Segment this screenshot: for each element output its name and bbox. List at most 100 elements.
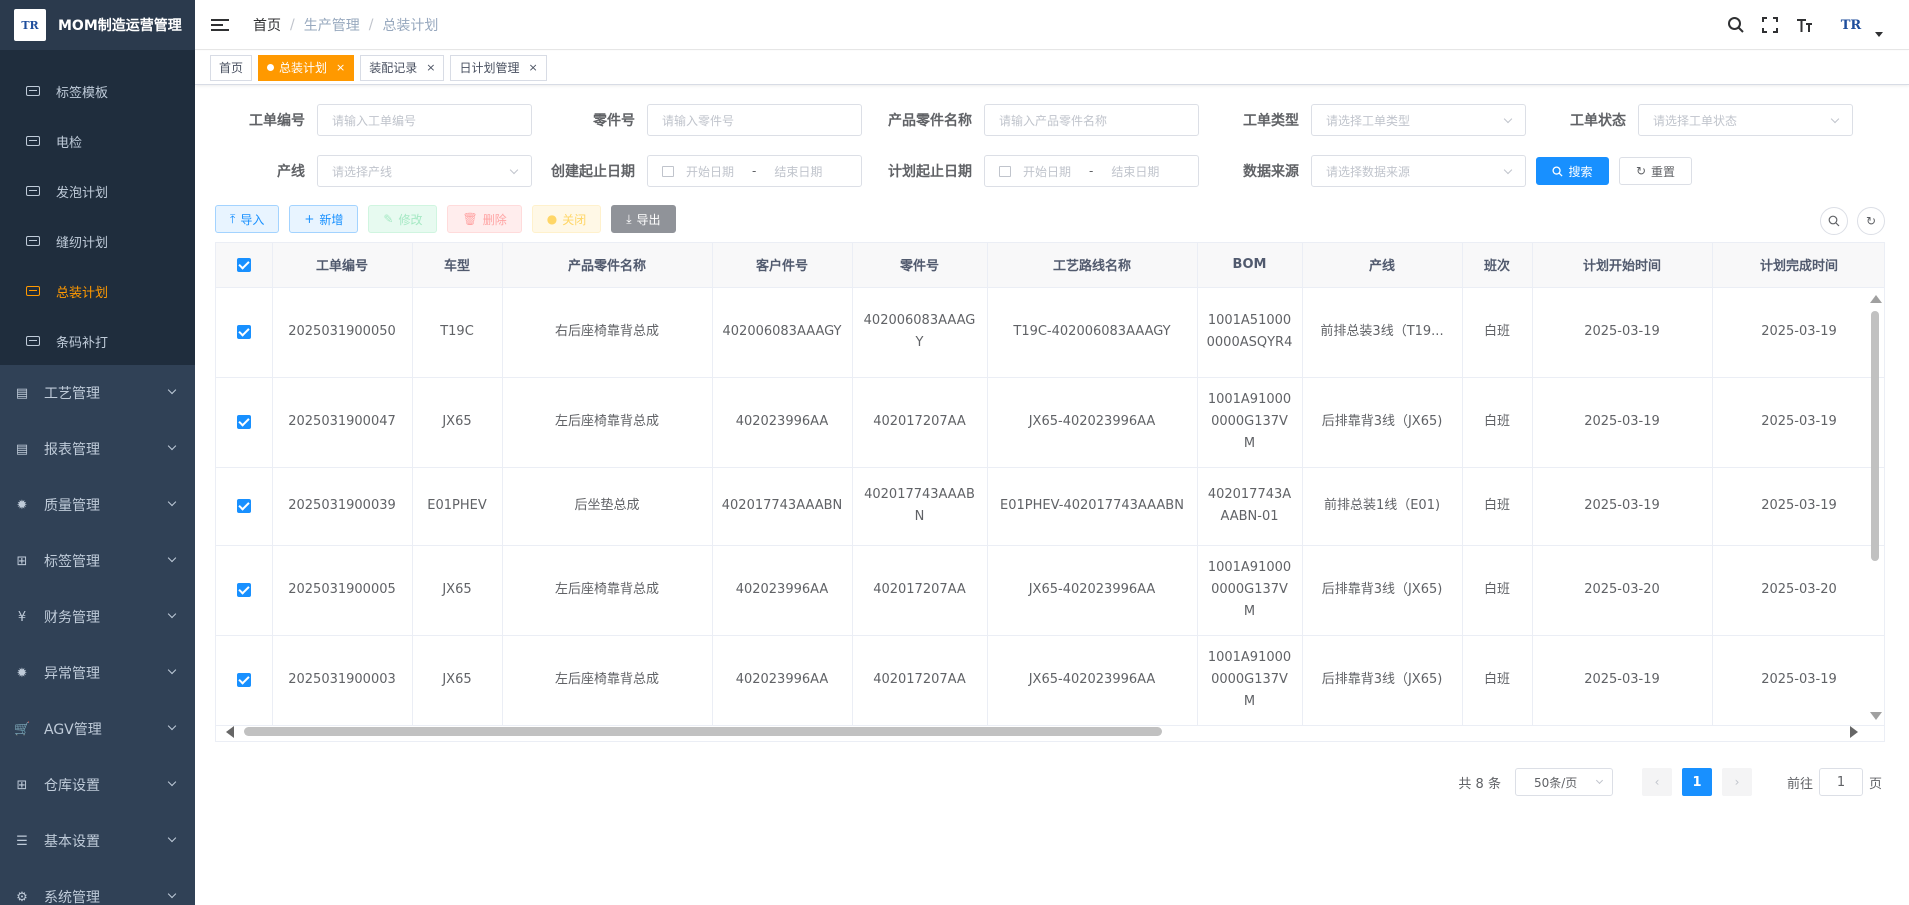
line-select[interactable]: 请选择产线	[317, 155, 532, 187]
table-row[interactable]: 2025031900003 JX65 左后座椅靠背总成 402023996AA 4020…	[216, 635, 1884, 726]
tab-3[interactable]: 日计划管理 ×	[450, 54, 547, 81]
table-cell: 白班	[1462, 287, 1533, 378]
chevron-down-icon	[167, 889, 177, 899]
table-row[interactable]: 2025031900047 JX65 左后座椅靠背总成 402023996AA 4020…	[216, 377, 1884, 468]
font-size-icon[interactable]	[1793, 14, 1815, 36]
table-cell: 白班	[1462, 635, 1533, 726]
total-count: 共 8 条	[1458, 776, 1501, 792]
fullscreen-icon[interactable]	[1759, 14, 1781, 36]
column-header: 车型	[412, 243, 503, 288]
avatar[interactable]: TR	[1831, 10, 1871, 40]
submenu-item-2[interactable]: 发泡计划	[0, 166, 195, 216]
sidebar-item-1[interactable]: ▤ 报表管理	[0, 421, 195, 477]
submenu-item-1[interactable]: 电检	[0, 116, 195, 166]
row-select-cell	[216, 377, 273, 468]
sidebar-item-4[interactable]: ¥ 财务管理	[0, 589, 195, 645]
table-cell: 白班	[1462, 467, 1533, 546]
row-checkbox[interactable]	[236, 414, 251, 429]
refresh-button[interactable]: ↻	[1857, 207, 1885, 235]
import-button[interactable]: ⤒ 导入	[215, 205, 280, 233]
reset-button[interactable]: ↻ 重置	[1619, 157, 1692, 185]
refresh-icon: ↻	[1865, 214, 1877, 228]
close-icon[interactable]: ×	[336, 61, 345, 74]
sidebar-item-5[interactable]: ✹ 异常管理	[0, 645, 195, 701]
table-cell: 右后座椅靠背总成	[502, 287, 713, 378]
column-header: 产品零件名称	[502, 243, 713, 288]
close-icon[interactable]: ×	[426, 61, 435, 74]
product-name-input[interactable]: 请输入产品零件名称	[984, 104, 1199, 136]
close-icon[interactable]: ×	[529, 61, 538, 74]
plan-date-range[interactable]: 开始日期 - 结束日期	[984, 155, 1199, 187]
tab-2[interactable]: 装配记录 ×	[360, 54, 445, 81]
tab-0[interactable]: 首页	[210, 54, 253, 81]
delete-button[interactable]: 🗑 删除	[447, 205, 522, 233]
order-type-label: 工单类型	[1243, 113, 1299, 129]
add-button[interactable]: + 新增	[289, 205, 359, 233]
scroll-left-icon[interactable]	[226, 726, 234, 738]
sidebar-item-8[interactable]: ☰ 基本设置	[0, 813, 195, 869]
sidebar-item-2[interactable]: ✹ 质量管理	[0, 477, 195, 533]
submenu-item-0[interactable]: 标签模板	[0, 66, 195, 116]
search-icon[interactable]	[1725, 14, 1747, 36]
source-select[interactable]: 请选择数据来源	[1311, 155, 1526, 187]
goto-page-input[interactable]: 1	[1818, 768, 1863, 796]
horizontal-scrollbar[interactable]	[222, 724, 1862, 738]
hamburger-icon[interactable]	[211, 16, 229, 34]
vertical-scrollbar[interactable]	[1870, 295, 1882, 720]
submenu-item-4[interactable]: 总装计划	[0, 266, 195, 316]
table-row[interactable]: 2025031900050 T19C 右后座椅靠背总成 402006083AAAGY 4…	[216, 287, 1884, 378]
search-toggle-button[interactable]	[1820, 207, 1848, 235]
sidebar-item-7[interactable]: ⊞ 仓库设置	[0, 757, 195, 813]
page-number-1[interactable]: 1	[1681, 768, 1712, 796]
table-body: 2025031900050 T19C 右后座椅靠背总成 402006083AAAGY 4…	[216, 287, 1884, 726]
nav-right: TR	[1713, 0, 1883, 50]
tags-view: 首页 总装计划 × 装配记录 × 日计划管理 ×	[195, 51, 1909, 85]
close-button[interactable]: ● 关闭	[531, 205, 602, 233]
scroll-thumb[interactable]	[1871, 311, 1879, 561]
table-row[interactable]: 2025031900039 E01PHEV 后坐垫总成 402017743AAABN 4…	[216, 467, 1884, 546]
table-cell: 后坐垫总成	[502, 467, 713, 546]
sidebar-item-0[interactable]: ▤ 工艺管理	[0, 365, 195, 421]
order-type-select[interactable]: 请选择工单类型	[1311, 104, 1526, 136]
scroll-right-icon[interactable]	[1850, 726, 1858, 738]
submenu-item-3[interactable]: 缝纫计划	[0, 216, 195, 266]
order-status-label: 工单状态	[1570, 113, 1626, 129]
chevron-down-icon	[1503, 114, 1513, 124]
scroll-up-icon[interactable]	[1870, 295, 1882, 303]
table-cell: 402023996AA	[712, 635, 853, 726]
scroll-down-icon[interactable]	[1870, 712, 1882, 720]
order-no-input[interactable]: 请输入工单编号	[317, 104, 532, 136]
order-status-select[interactable]: 请选择工单状态	[1638, 104, 1853, 136]
sidebar-item-6[interactable]: 🛒 AGV管理	[0, 701, 195, 757]
row-checkbox[interactable]	[236, 672, 251, 687]
table-row[interactable]: 2025031900005 JX65 左后座椅靠背总成 402023996AA 4020…	[216, 545, 1884, 636]
next-page-button[interactable]: ›	[1721, 768, 1752, 796]
part-no-input[interactable]: 请输入零件号	[647, 104, 862, 136]
row-checkbox[interactable]	[236, 498, 251, 513]
active-dot-icon	[267, 64, 275, 71]
breadcrumb-home[interactable]: 首页	[253, 15, 281, 35]
page-size-select[interactable]: 50条/页	[1514, 768, 1613, 796]
edit-button[interactable]: ✎ 修改	[368, 205, 438, 233]
column-header: 计划开始时间	[1532, 243, 1713, 288]
table-cell: 后排靠背3线（JX65)	[1302, 377, 1463, 468]
row-checkbox[interactable]	[236, 324, 251, 339]
sidebar-menu: ▤ 工艺管理 ▤ 报表管理 ✹ 质量管理 ⊞ 标签管理 ¥ 财务管理 ✹ 异常管理 🛒 AGV管理 ⊞ 仓库设…	[0, 365, 195, 905]
tab-1[interactable]: 总装计划 ×	[258, 54, 355, 81]
export-button[interactable]: ⤓ 导出	[611, 205, 676, 233]
create-date-range[interactable]: 开始日期 - 结束日期	[647, 155, 862, 187]
filter-row-2: 产线 请选择产线 创建起止日期 开始日期 - 结束日期 计划起止日期 开始日期 …	[215, 155, 1692, 187]
sidebar-item-3[interactable]: ⊞ 标签管理	[0, 533, 195, 589]
chevron-down-icon	[167, 833, 177, 843]
caret-down-icon[interactable]	[1875, 31, 1883, 37]
prev-page-button[interactable]: ‹	[1641, 768, 1672, 796]
app-title: MOM制造运营管理	[58, 18, 182, 34]
select-all-checkbox[interactable]	[236, 257, 251, 272]
refresh-icon: ↻	[1635, 164, 1647, 178]
table-cell: 后排靠背3线（JX65)	[1302, 545, 1463, 636]
scroll-thumb[interactable]	[244, 727, 1162, 736]
sidebar-item-9[interactable]: ⚙ 系统管理	[0, 869, 195, 905]
submenu-item-5[interactable]: 条码补打	[0, 316, 195, 366]
search-button[interactable]: 搜索	[1536, 157, 1609, 185]
row-checkbox[interactable]	[236, 582, 251, 597]
